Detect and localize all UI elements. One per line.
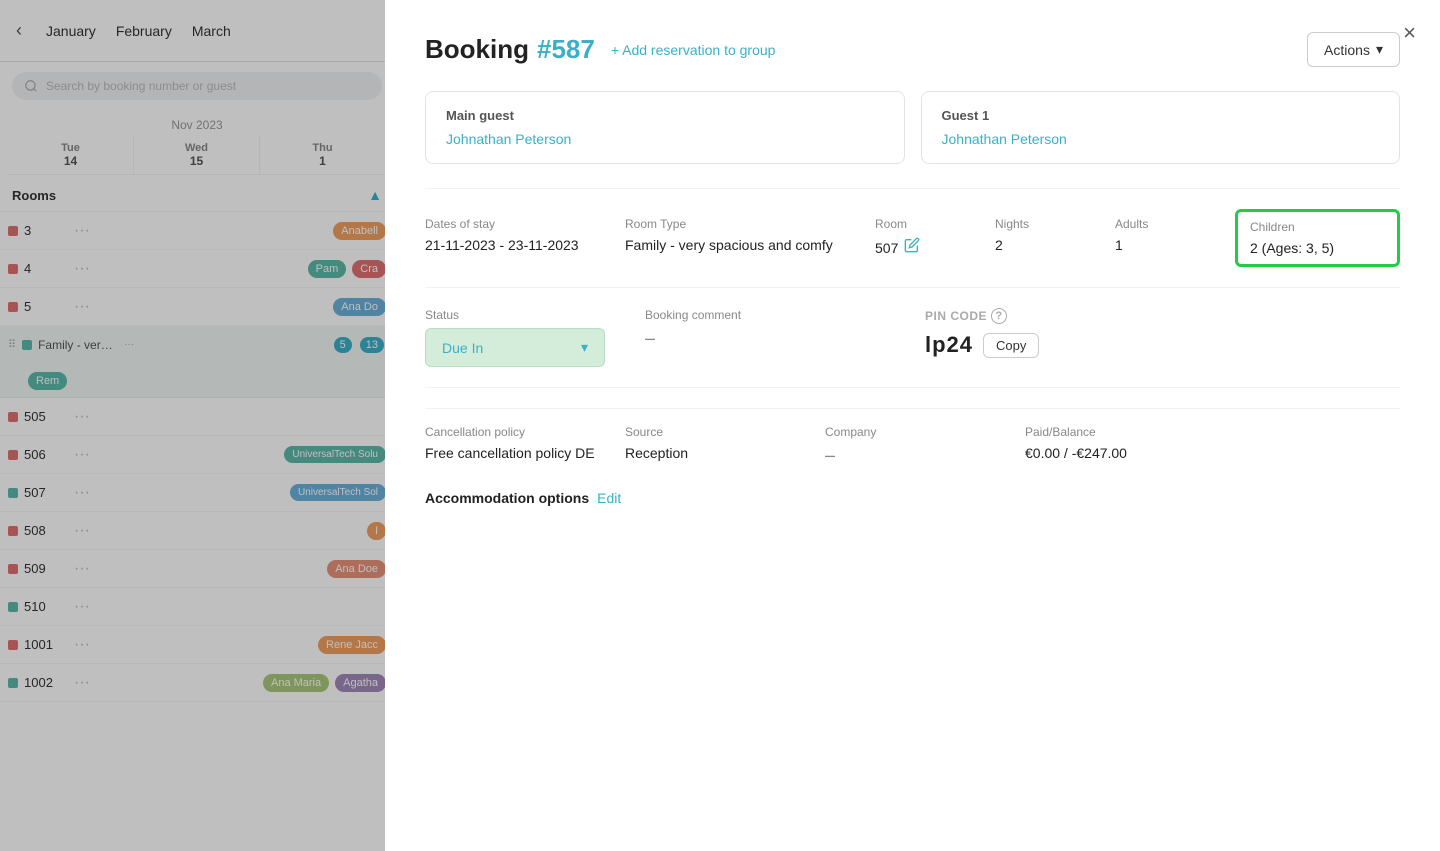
- status-chevron-icon: ▾: [581, 339, 588, 356]
- dates-value: 21-11-2023 - 23-11-2023: [425, 237, 609, 253]
- pencil-icon: [904, 237, 920, 253]
- room-value: 507: [875, 240, 898, 256]
- dates-label: Dates of stay: [425, 217, 609, 231]
- room-col: Room 507: [875, 209, 995, 267]
- children-col: Children 2 (Ages: 3, 5): [1235, 209, 1400, 267]
- close-button[interactable]: ×: [1403, 20, 1416, 46]
- nights-label: Nights: [995, 217, 1099, 231]
- pin-col: PIN CODE ? lp24 Copy: [925, 308, 1400, 358]
- cancellation-label: Cancellation policy: [425, 425, 609, 439]
- status-row: Status Due In ▾ Booking comment – PIN CO…: [425, 308, 1400, 367]
- status-col: Status Due In ▾: [425, 308, 645, 367]
- paid-balance-label: Paid/Balance: [1025, 425, 1384, 439]
- divider-2: [425, 287, 1400, 288]
- booking-number: #587: [537, 34, 595, 65]
- dates-col: Dates of stay 21-11-2023 - 23-11-2023: [425, 209, 625, 267]
- adults-value: 1: [1115, 237, 1219, 253]
- comment-col: Booking comment –: [645, 308, 925, 349]
- company-col: Company –: [825, 425, 1025, 466]
- actions-button[interactable]: Actions ▾: [1307, 32, 1400, 67]
- nights-col: Nights 2: [995, 209, 1115, 267]
- chevron-down-icon: ▾: [1376, 41, 1383, 58]
- paid-balance-col: Paid/Balance €0.00 / -€247.00: [1025, 425, 1400, 466]
- pin-label: PIN CODE ?: [925, 308, 1400, 324]
- guest1-name[interactable]: Johnathan Peterson: [942, 131, 1380, 147]
- room-type-value: Family - very spacious and comfy: [625, 237, 859, 253]
- add-group-link[interactable]: + Add reservation to group: [611, 42, 776, 58]
- nights-value: 2: [995, 237, 1099, 253]
- company-label: Company: [825, 425, 1009, 439]
- accommodation-row: Accommodation options Edit: [425, 490, 1400, 506]
- status-value: Due In: [442, 340, 483, 356]
- source-col: Source Reception: [625, 425, 825, 466]
- pin-value-row: lp24 Copy: [925, 332, 1400, 358]
- comment-label: Booking comment: [645, 308, 925, 322]
- cancellation-col: Cancellation policy Free cancellation po…: [425, 425, 625, 466]
- room-type-col: Room Type Family - very spacious and com…: [625, 209, 875, 267]
- paid-balance-value: €0.00 / -€247.00: [1025, 445, 1384, 461]
- children-value: 2 (Ages: 3, 5): [1250, 240, 1385, 256]
- divider-1: [425, 188, 1400, 189]
- guest-cards: Main guest Johnathan Peterson Guest 1 Jo…: [425, 91, 1400, 164]
- copy-button[interactable]: Copy: [983, 333, 1039, 358]
- cancellation-value: Free cancellation policy DE: [425, 445, 609, 461]
- accommodation-edit-link[interactable]: Edit: [597, 490, 621, 506]
- room-value-row: 507: [875, 237, 979, 258]
- status-label: Status: [425, 308, 645, 322]
- room-type-label: Room Type: [625, 217, 859, 231]
- details-grid: Dates of stay 21-11-2023 - 23-11-2023 Ro…: [425, 209, 1400, 267]
- source-label: Source: [625, 425, 809, 439]
- source-value: Reception: [625, 445, 809, 461]
- room-edit-button[interactable]: [904, 237, 920, 258]
- bottom-grid: Cancellation policy Free cancellation po…: [425, 408, 1400, 466]
- main-guest-card: Main guest Johnathan Peterson: [425, 91, 905, 164]
- booking-panel: × Booking #587 + Add reservation to grou…: [385, 0, 1440, 851]
- adults-col: Adults 1: [1115, 209, 1235, 267]
- guest1-card: Guest 1 Johnathan Peterson: [921, 91, 1401, 164]
- adults-label: Adults: [1115, 217, 1219, 231]
- guest1-label: Guest 1: [942, 108, 1380, 123]
- children-label: Children: [1250, 220, 1385, 234]
- comment-value: –: [645, 328, 925, 349]
- pin-value: lp24: [925, 332, 973, 358]
- company-value: –: [825, 445, 1009, 466]
- room-label: Room: [875, 217, 979, 231]
- info-icon: ?: [991, 308, 1007, 324]
- booking-heading: Booking: [425, 34, 529, 65]
- main-guest-label: Main guest: [446, 108, 884, 123]
- booking-title-row: Booking #587 + Add reservation to group …: [425, 32, 1400, 67]
- main-guest-name[interactable]: Johnathan Peterson: [446, 131, 884, 147]
- divider-3: [425, 387, 1400, 388]
- accommodation-label: Accommodation options: [425, 490, 589, 506]
- status-dropdown[interactable]: Due In ▾: [425, 328, 605, 367]
